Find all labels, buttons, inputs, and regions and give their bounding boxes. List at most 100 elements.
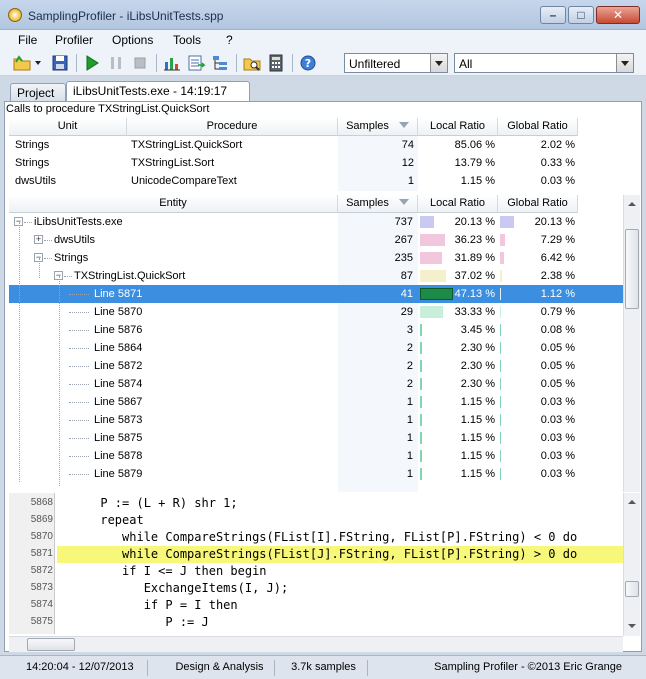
line-number: 5868 [30, 497, 53, 508]
tree-row[interactable]: Line 5867 1 1.15 % 0.03 % [9, 393, 623, 411]
tree-row[interactable]: Line 5875 1 1.15 % 0.03 % [9, 429, 623, 447]
code-line: P := J [57, 615, 209, 629]
menu-file[interactable]: File [18, 33, 37, 47]
chevron-down-icon[interactable] [430, 54, 447, 72]
tree-row[interactable]: − Strings 235 31.89 % 6.42 % [9, 249, 623, 267]
column-header-global-ratio[interactable]: Global Ratio [498, 118, 578, 136]
tree-entity-label: Line 5875 [94, 432, 143, 444]
tree-row[interactable]: Line 5879 1 1.15 % 0.03 % [9, 465, 623, 483]
save-icon[interactable] [50, 53, 70, 73]
cell-local-ratio: 20.13 % [454, 216, 495, 228]
tab-project[interactable]: Project [10, 83, 66, 101]
editor-horizontal-scrollbar[interactable] [9, 636, 623, 652]
tab-session[interactable]: iLibsUnitTests.exe - 14:19:17 ✕ [66, 81, 250, 113]
tree-entity-label: Line 5874 [94, 378, 143, 390]
maximize-button[interactable]: □ [568, 6, 594, 24]
scroll-down-icon[interactable] [624, 618, 640, 634]
header-label: Global Ratio [507, 120, 568, 132]
filter-combo-1[interactable]: Unfiltered [344, 53, 448, 73]
scroll-thumb[interactable] [625, 581, 639, 597]
stop-icon[interactable] [130, 53, 150, 73]
cell-procedure: TXStringList.Sort [131, 157, 215, 169]
tree-connector [69, 402, 89, 403]
cell-samples: 1 [406, 396, 413, 408]
column-header-samples[interactable]: Samples [338, 118, 418, 136]
menu-help[interactable]: ? [226, 33, 233, 47]
cell-samples: 1 [406, 450, 413, 462]
header-label: Local Ratio [429, 197, 486, 209]
code-line: while CompareStrings(FList[I].FString, F… [57, 530, 578, 544]
chevron-down-icon[interactable] [616, 54, 633, 72]
tree-connector [69, 366, 89, 367]
scroll-thumb[interactable] [625, 229, 639, 309]
column-header-entity[interactable]: Entity [9, 195, 338, 213]
tree-row[interactable]: Line 5870 29 33.33 % 0.79 % [9, 303, 623, 321]
minimize-icon: – [549, 8, 557, 22]
cell-local: 1.15 % [460, 175, 495, 187]
column-header-local-ratio[interactable]: Local Ratio [418, 118, 498, 136]
tree-entity-label: Line 5879 [94, 468, 143, 480]
tree-row[interactable] [9, 483, 623, 491]
tree-entity-label: Line 5871 [94, 288, 143, 300]
folder-search-icon[interactable] [242, 53, 262, 73]
calculator-icon[interactable] [266, 53, 286, 73]
menu-options[interactable]: Options [112, 33, 153, 47]
tab-strip: Project iLibsUnitTests.exe - 14:19:17 ✕ [0, 77, 646, 113]
menu-bar: File Profiler Options Tools ? [0, 30, 646, 50]
tree-entity-label: Line 5867 [94, 396, 143, 408]
tree-icon[interactable] [210, 53, 230, 73]
tree-row[interactable]: Line 5871 41 47.13 % 1.12 % [9, 285, 623, 303]
tree-connector [69, 294, 89, 295]
toolbar: ? Unfiltered All [0, 50, 646, 76]
code-editor[interactable]: 5868 P := (L + R) shr 1; 5869 repeat 5870 … [9, 493, 623, 634]
table-row[interactable]: Strings TXStringList.QuickSort 74 85.06 % 2.… [9, 136, 623, 154]
tree-row[interactable]: Line 5864 2 2.30 % 0.05 % [9, 339, 623, 357]
table-row[interactable]: dwsUtils UnicodeCompareText 1 1.15 % 0.03 % [9, 172, 623, 190]
cell-global-ratio: 0.05 % [540, 378, 575, 390]
export-icon[interactable] [186, 53, 206, 73]
column-header-local-ratio[interactable]: Local Ratio [418, 195, 498, 213]
cell-local-ratio: 1.15 % [460, 450, 495, 462]
cell-global-ratio: 0.03 % [540, 468, 575, 480]
filter-combo-1-value: Unfiltered [349, 57, 401, 71]
open-folder-icon[interactable] [12, 53, 32, 73]
scroll-up-icon[interactable] [624, 494, 640, 510]
pause-icon[interactable] [106, 53, 126, 73]
column-header-samples[interactable]: Samples [338, 195, 418, 213]
cell-samples: 235 [394, 252, 413, 264]
help-icon[interactable]: ? [298, 53, 318, 73]
column-header-global-ratio[interactable]: Global Ratio [498, 195, 578, 213]
menu-profiler[interactable]: Profiler [55, 33, 93, 47]
tree-connector [44, 240, 52, 241]
minimize-button[interactable]: – [540, 6, 566, 24]
status-samples: 3.7k samples [280, 660, 368, 676]
column-header-unit[interactable]: Unit [9, 118, 127, 136]
tree-row[interactable]: Line 5876 3 3.45 % 0.08 % [9, 321, 623, 339]
editor-scrollbar[interactable] [623, 493, 640, 636]
tree-row[interactable]: Line 5873 1 1.15 % 0.03 % [9, 411, 623, 429]
header-label: Samples [346, 197, 389, 209]
scroll-up-icon[interactable] [624, 196, 640, 212]
expand-icon[interactable]: + [34, 235, 43, 244]
table-row[interactable]: Strings TXStringList.Sort 12 13.79 % 0.33 % [9, 154, 623, 172]
chart-icon[interactable] [162, 53, 182, 73]
tree-row[interactable]: + dwsUtils 267 36.23 % 7.29 % [9, 231, 623, 249]
tree-row[interactable]: Line 5872 2 2.30 % 0.05 % [9, 357, 623, 375]
tree-row[interactable]: Line 5874 2 2.30 % 0.05 % [9, 375, 623, 393]
cell-samples: 1 [406, 432, 413, 444]
menu-tools[interactable]: Tools [173, 33, 201, 47]
dropdown-arrow-icon[interactable] [33, 53, 43, 73]
run-icon[interactable] [82, 53, 102, 73]
tree-row[interactable]: Line 5878 1 1.15 % 0.03 % [9, 447, 623, 465]
tree-scrollbar[interactable] [623, 195, 640, 492]
svg-text:?: ? [305, 57, 311, 70]
cell-global-ratio: 2.38 % [540, 270, 575, 282]
filter-combo-2[interactable]: All [454, 53, 634, 73]
tree-row[interactable]: − iLibsUnitTests.exe 737 20.13 % 20.13 % [9, 213, 623, 231]
column-header-procedure[interactable]: Procedure [127, 118, 338, 136]
code-line: ExchangeItems(I, J); [57, 581, 289, 595]
close-button[interactable]: ✕ [596, 6, 640, 24]
horizontal-scroll-thumb[interactable] [27, 638, 75, 651]
cell-procedure: TXStringList.QuickSort [131, 139, 243, 151]
tree-row[interactable]: − TXStringList.QuickSort 87 37.02 % 2.38 % [9, 267, 623, 285]
